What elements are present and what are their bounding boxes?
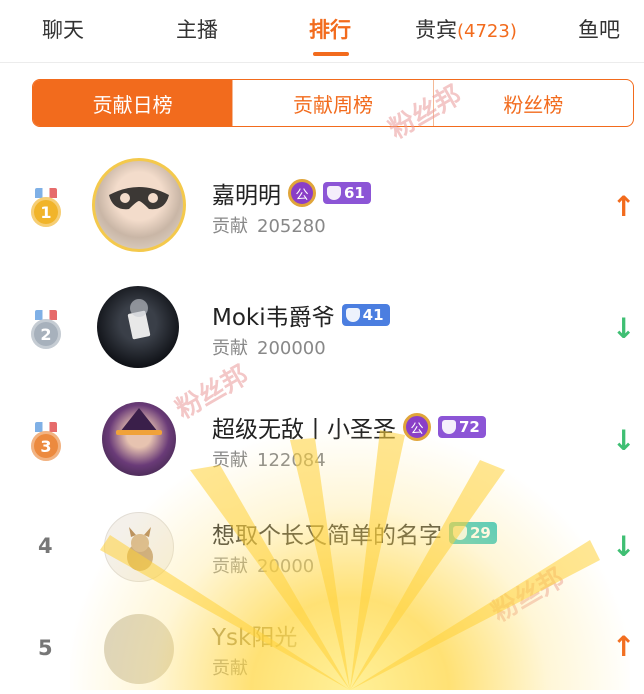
tab-vip-label: 贵宾 [415, 18, 457, 42]
tab-vip[interactable]: 贵宾(4723) [415, 14, 517, 44]
contribution-value: 122084 [257, 450, 326, 471]
avatar[interactable] [102, 402, 176, 476]
segment-daily-contribution[interactable]: 贡献日榜 [33, 80, 234, 126]
rank-number: 5 [38, 636, 53, 660]
medal-icon: 3 [31, 422, 61, 461]
contribution-value: 205280 [257, 216, 326, 237]
arrow-down-icon: ↓ [612, 530, 636, 563]
contribution-value: 20000 [257, 556, 315, 577]
ranking-segment-control: 贡献日榜 贡献周榜 粉丝榜 [32, 79, 634, 127]
shield-icon [345, 308, 360, 322]
list-item[interactable]: 2 Moki韦爵爷 41 贡献 200000 ↓ [0, 268, 644, 388]
shield-icon [442, 420, 456, 434]
name-line: 超级无敌丨小圣圣 公 72 [212, 410, 486, 444]
avatar[interactable] [104, 614, 174, 684]
dog-icon [127, 527, 153, 571]
avatar[interactable] [97, 286, 179, 368]
active-tab-indicator [313, 52, 349, 56]
contribution-line: 贡献 [212, 654, 257, 680]
arrow-up-icon: ↑ [612, 190, 636, 223]
lace-mask-icon [109, 187, 169, 210]
contribution-value: 200000 [257, 338, 326, 359]
contribution-label: 贡献 [212, 450, 248, 471]
level-badge: 41 [341, 304, 390, 326]
contribution-label: 贡献 [212, 658, 248, 679]
contribution-line: 贡献 122084 [212, 446, 326, 472]
arrow-up-icon: ↑ [612, 630, 636, 663]
level-badge: 29 [449, 522, 497, 544]
contribution-line: 贡献 20000 [212, 552, 314, 578]
contribution-label: 贡献 [212, 338, 248, 359]
contribution-label: 贡献 [212, 556, 248, 577]
medal-icon: 1 [31, 188, 61, 227]
contribution-label: 贡献 [212, 216, 248, 237]
avatar[interactable] [92, 158, 186, 252]
shield-icon [327, 186, 341, 200]
list-item[interactable]: 1 嘉明明 公 61 贡献 205280 ↑ [0, 146, 644, 266]
user-name[interactable]: 超级无敌丨小圣圣 [212, 410, 396, 444]
user-name[interactable]: Moki韦爵爷 [212, 298, 335, 332]
contribution-line: 贡献 200000 [212, 334, 326, 360]
list-item[interactable]: 4 想取个长又简单的名字 29 贡献 20000 ↓ [0, 486, 644, 606]
tab-rank[interactable]: 排行 [309, 14, 351, 44]
joker-card-icon [127, 299, 151, 340]
crest-icon: 公 [288, 179, 316, 207]
user-name[interactable]: 嘉明明 [212, 176, 281, 210]
list-item[interactable]: 5 Ysk阳光 贡献 ↑ [0, 592, 644, 684]
witch-hat-icon [116, 408, 162, 435]
level-badge: 61 [323, 182, 371, 204]
arrow-down-icon: ↓ [612, 424, 636, 457]
vip-count: (4723) [457, 21, 517, 42]
user-name[interactable]: 想取个长又简单的名字 [212, 516, 442, 550]
user-name[interactable]: Ysk阳光 [212, 618, 297, 652]
list-item[interactable]: 3 超级无敌丨小圣圣 公 72 贡献 122084 ↓ [0, 380, 644, 500]
top-tab-bar: 聊天 主播 排行 贵宾(4723) 鱼吧 [0, 0, 644, 63]
rank-number: 4 [38, 534, 53, 558]
name-line: Ysk阳光 [212, 618, 297, 652]
name-line: 嘉明明 公 61 [212, 176, 371, 210]
medal-icon: 2 [31, 310, 61, 349]
crest-icon: 公 [403, 413, 431, 441]
tab-chat[interactable]: 聊天 [42, 14, 84, 44]
shield-icon [453, 526, 467, 540]
avatar[interactable] [104, 512, 174, 582]
name-line: Moki韦爵爷 41 [212, 298, 390, 332]
tab-fish-bar[interactable]: 鱼吧 [578, 14, 620, 44]
level-badge: 72 [438, 416, 486, 438]
contribution-line: 贡献 205280 [212, 212, 326, 238]
name-line: 想取个长又简单的名字 29 [212, 516, 497, 550]
arrow-down-icon: ↓ [612, 312, 636, 345]
tab-host[interactable]: 主播 [176, 14, 218, 44]
